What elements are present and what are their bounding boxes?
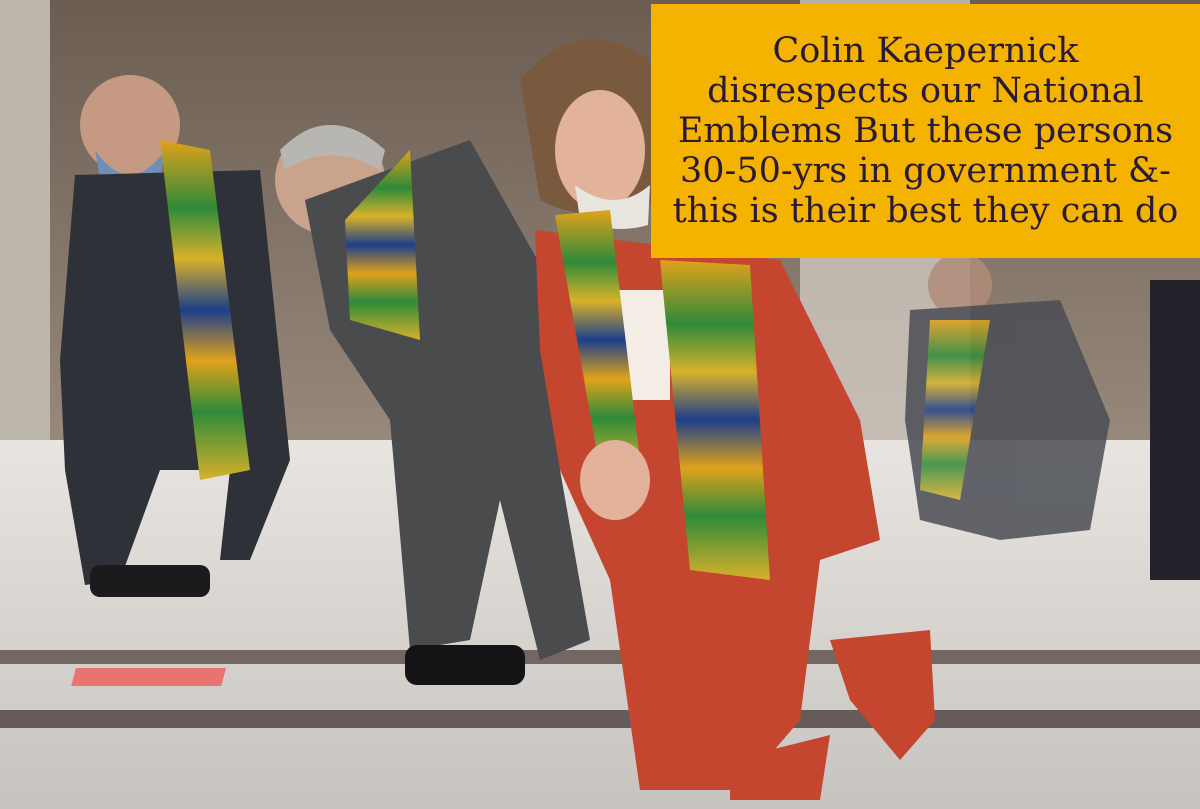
floor-stripe	[0, 650, 1200, 664]
caption-line: 30-50-yrs in government &-	[679, 151, 1171, 191]
caption-text: Colin Kaepernick disrespects our Nationa…	[667, 31, 1185, 231]
caption-line: this is their best they can do	[672, 191, 1179, 231]
caption-line: Colin Kaepernick	[772, 31, 1079, 71]
person-far-right-legs	[1150, 280, 1200, 580]
floor-stripe	[0, 710, 1200, 728]
caption-line: Emblems But these persons	[677, 111, 1174, 151]
caption-box: Colin Kaepernick disrespects our Nationa…	[651, 4, 1200, 258]
caption-line: disrespects our National	[707, 71, 1144, 111]
paper-on-floor	[71, 668, 227, 686]
meme-image: Colin Kaepernick disrespects our Nationa…	[0, 0, 1200, 809]
left-door	[0, 0, 50, 450]
